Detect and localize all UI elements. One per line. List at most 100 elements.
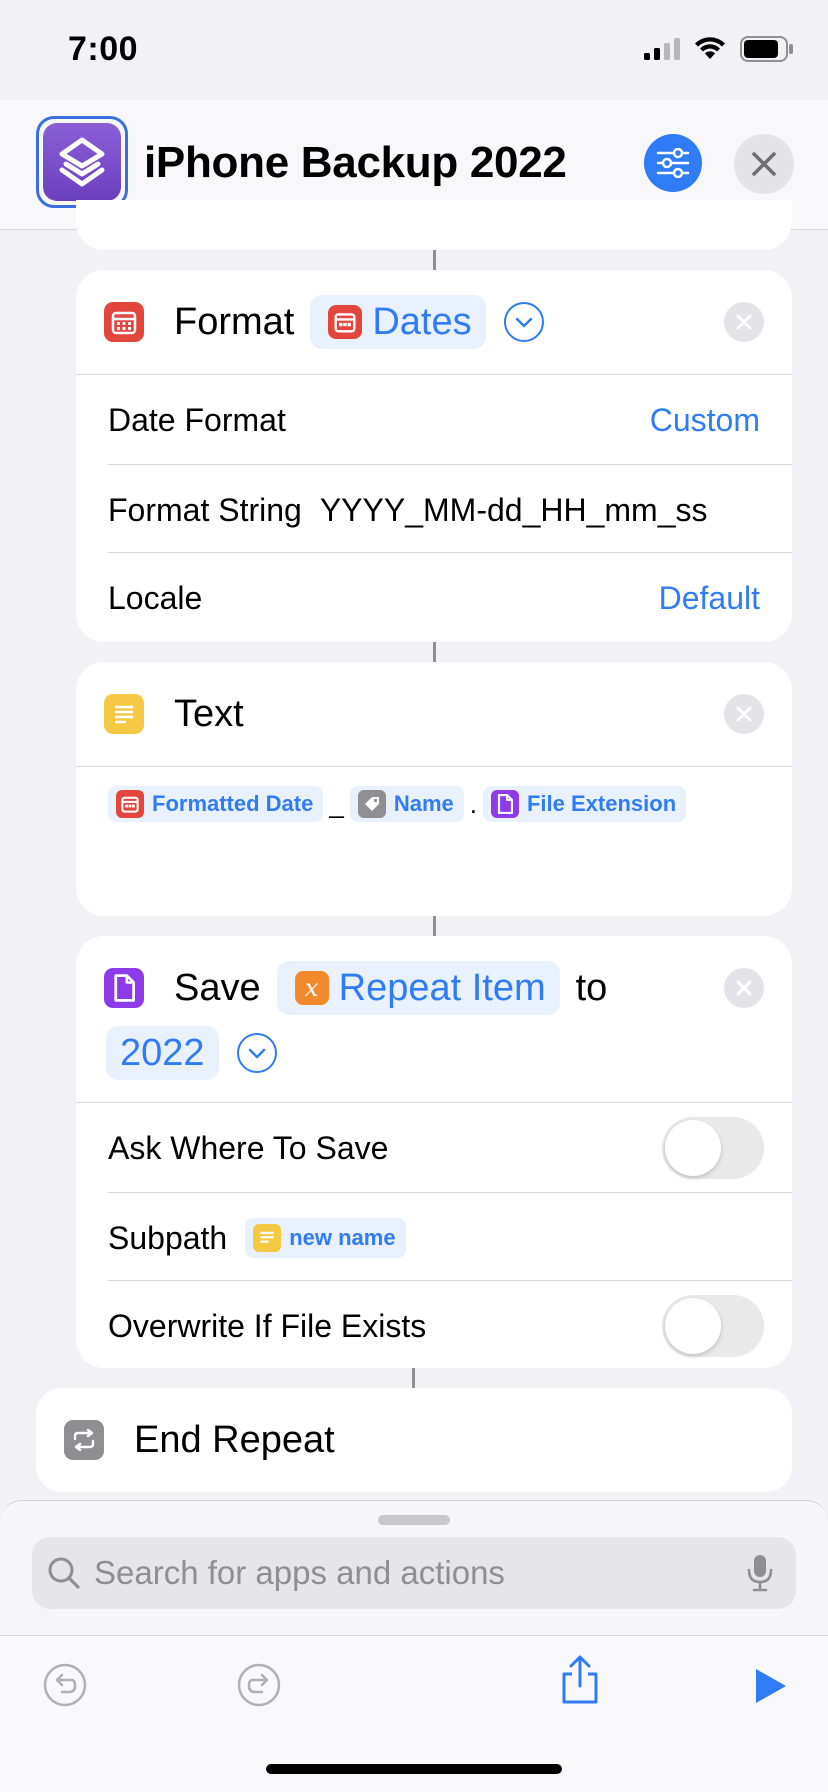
new-name-token[interactable]: new name xyxy=(245,1218,406,1258)
row-label: Format String xyxy=(108,491,302,528)
microphone-icon[interactable] xyxy=(746,1554,774,1592)
play-icon[interactable] xyxy=(750,1666,790,1706)
redo-icon[interactable] xyxy=(236,1662,282,1708)
flow-connector xyxy=(433,642,436,662)
cellular-signal-icon xyxy=(644,38,680,60)
remove-action-button[interactable] xyxy=(724,694,764,734)
row-label: Subpath xyxy=(108,1219,228,1256)
overwrite-if-exists-row: Overwrite If File Exists xyxy=(108,1282,764,1370)
name-token[interactable]: Name xyxy=(349,786,464,822)
close-icon xyxy=(736,314,752,330)
destination-folder-token[interactable]: 2022 xyxy=(106,1026,219,1080)
flow-connector xyxy=(433,250,436,270)
expand-chevron-button[interactable] xyxy=(503,302,544,342)
file-extension-token[interactable]: File Extension xyxy=(482,786,687,822)
save-file-action-card[interactable]: Save x Repeat Item to 2022 Ask Where To … xyxy=(76,936,792,1368)
share-icon[interactable] xyxy=(558,1654,602,1706)
divider xyxy=(76,766,792,767)
locale-row[interactable]: Locale Default xyxy=(108,554,760,642)
battery-icon xyxy=(740,36,793,62)
row-label: Locale xyxy=(108,579,203,616)
close-icon xyxy=(752,152,776,176)
format-string-field[interactable]: YYYY_MM-dd_HH_mm_ss xyxy=(320,492,708,529)
close-icon xyxy=(736,706,752,722)
calendar-icon xyxy=(328,305,363,339)
bottom-toolbar xyxy=(0,1635,828,1792)
sheet-grabber[interactable] xyxy=(378,1515,450,1525)
divider xyxy=(108,1192,792,1193)
token-label: File Extension xyxy=(526,791,677,816)
separator-text: _ xyxy=(329,788,344,819)
shortcut-title[interactable]: iPhone Backup 2022 xyxy=(144,138,567,188)
repeat-icon xyxy=(64,1420,104,1460)
repeat-item-variable-token[interactable]: x Repeat Item xyxy=(276,961,560,1015)
action-verb: Text xyxy=(174,692,244,735)
search-input[interactable]: Search for apps and actions xyxy=(94,1554,505,1592)
wifi-icon xyxy=(695,37,725,59)
text-lines-icon xyxy=(104,694,144,734)
variable-glyph: x xyxy=(304,974,319,1002)
search-icon xyxy=(48,1557,80,1589)
locale-value[interactable]: Default xyxy=(659,580,760,617)
date-format-row[interactable]: Date Format Custom xyxy=(108,376,760,464)
toggle-knob xyxy=(665,1298,721,1354)
ask-where-to-save-toggle[interactable] xyxy=(662,1117,764,1179)
tag-icon xyxy=(357,790,386,818)
row-label: Ask Where To Save xyxy=(108,1129,389,1166)
row-label: Date Format xyxy=(108,401,286,438)
layers-icon xyxy=(43,123,121,201)
subpath-row[interactable]: Subpath new name xyxy=(108,1194,764,1282)
home-indicator xyxy=(266,1764,562,1774)
action-verb: Save xyxy=(174,966,261,1009)
text-content-field[interactable]: Formatted Date _ Name . File Extension xyxy=(108,786,687,822)
status-icons xyxy=(644,36,794,62)
text-lines-icon xyxy=(253,1224,282,1252)
remove-action-button[interactable] xyxy=(724,302,764,342)
close-icon xyxy=(736,980,752,996)
ask-where-to-save-row: Ask Where To Save xyxy=(108,1104,764,1192)
flow-connector xyxy=(433,916,436,936)
calendar-icon xyxy=(104,302,144,342)
calendar-icon xyxy=(116,790,144,818)
end-repeat-label: End Repeat xyxy=(134,1418,335,1461)
token-label: Name xyxy=(393,791,454,816)
token-label: Formatted Date xyxy=(152,791,314,816)
dates-variable-token[interactable]: Dates xyxy=(310,295,486,349)
chevron-down-icon xyxy=(515,317,532,328)
previous-action-card[interactable] xyxy=(76,200,792,250)
date-format-value[interactable]: Custom xyxy=(650,402,760,439)
settings-button[interactable] xyxy=(644,134,702,192)
close-button[interactable] xyxy=(734,134,794,194)
text-action-card[interactable]: Text Formatted Date _ Name . File Extens… xyxy=(76,662,792,916)
search-field[interactable]: Search for apps and actions xyxy=(32,1537,796,1609)
end-repeat-card[interactable]: End Repeat xyxy=(36,1388,792,1492)
token-label: 2022 xyxy=(120,1031,205,1074)
separator-text: . xyxy=(469,788,477,819)
divider xyxy=(108,464,792,465)
chevron-down-icon xyxy=(248,1048,265,1059)
toggle-knob xyxy=(665,1120,721,1176)
status-bar: 7:00 xyxy=(0,0,828,100)
remove-action-button[interactable] xyxy=(724,968,764,1008)
formatted-date-token[interactable]: Formatted Date xyxy=(108,786,324,822)
sliders-icon xyxy=(656,148,690,178)
row-label: Overwrite If File Exists xyxy=(108,1307,427,1344)
format-date-action-card[interactable]: Format Dates Date Format Custom Format S… xyxy=(76,270,792,642)
shortcut-icon-button[interactable] xyxy=(36,116,128,208)
overwrite-if-exists-toggle[interactable] xyxy=(662,1295,764,1357)
variable-icon: x xyxy=(294,971,329,1005)
status-time: 7:00 xyxy=(68,30,139,68)
divider xyxy=(76,1102,792,1103)
expand-chevron-button[interactable] xyxy=(236,1033,277,1073)
divider xyxy=(76,374,792,375)
document-icon xyxy=(104,968,144,1008)
token-label: new name xyxy=(289,1225,396,1250)
document-icon xyxy=(490,790,519,818)
divider xyxy=(108,552,792,553)
token-label: Dates xyxy=(372,300,472,343)
flow-connector xyxy=(412,1368,415,1388)
token-label: Repeat Item xyxy=(338,966,546,1009)
format-string-row[interactable]: Format String YYYY_MM-dd_HH_mm_ss xyxy=(108,466,748,554)
undo-icon[interactable] xyxy=(42,1662,88,1708)
connector-text: to xyxy=(575,966,608,1009)
